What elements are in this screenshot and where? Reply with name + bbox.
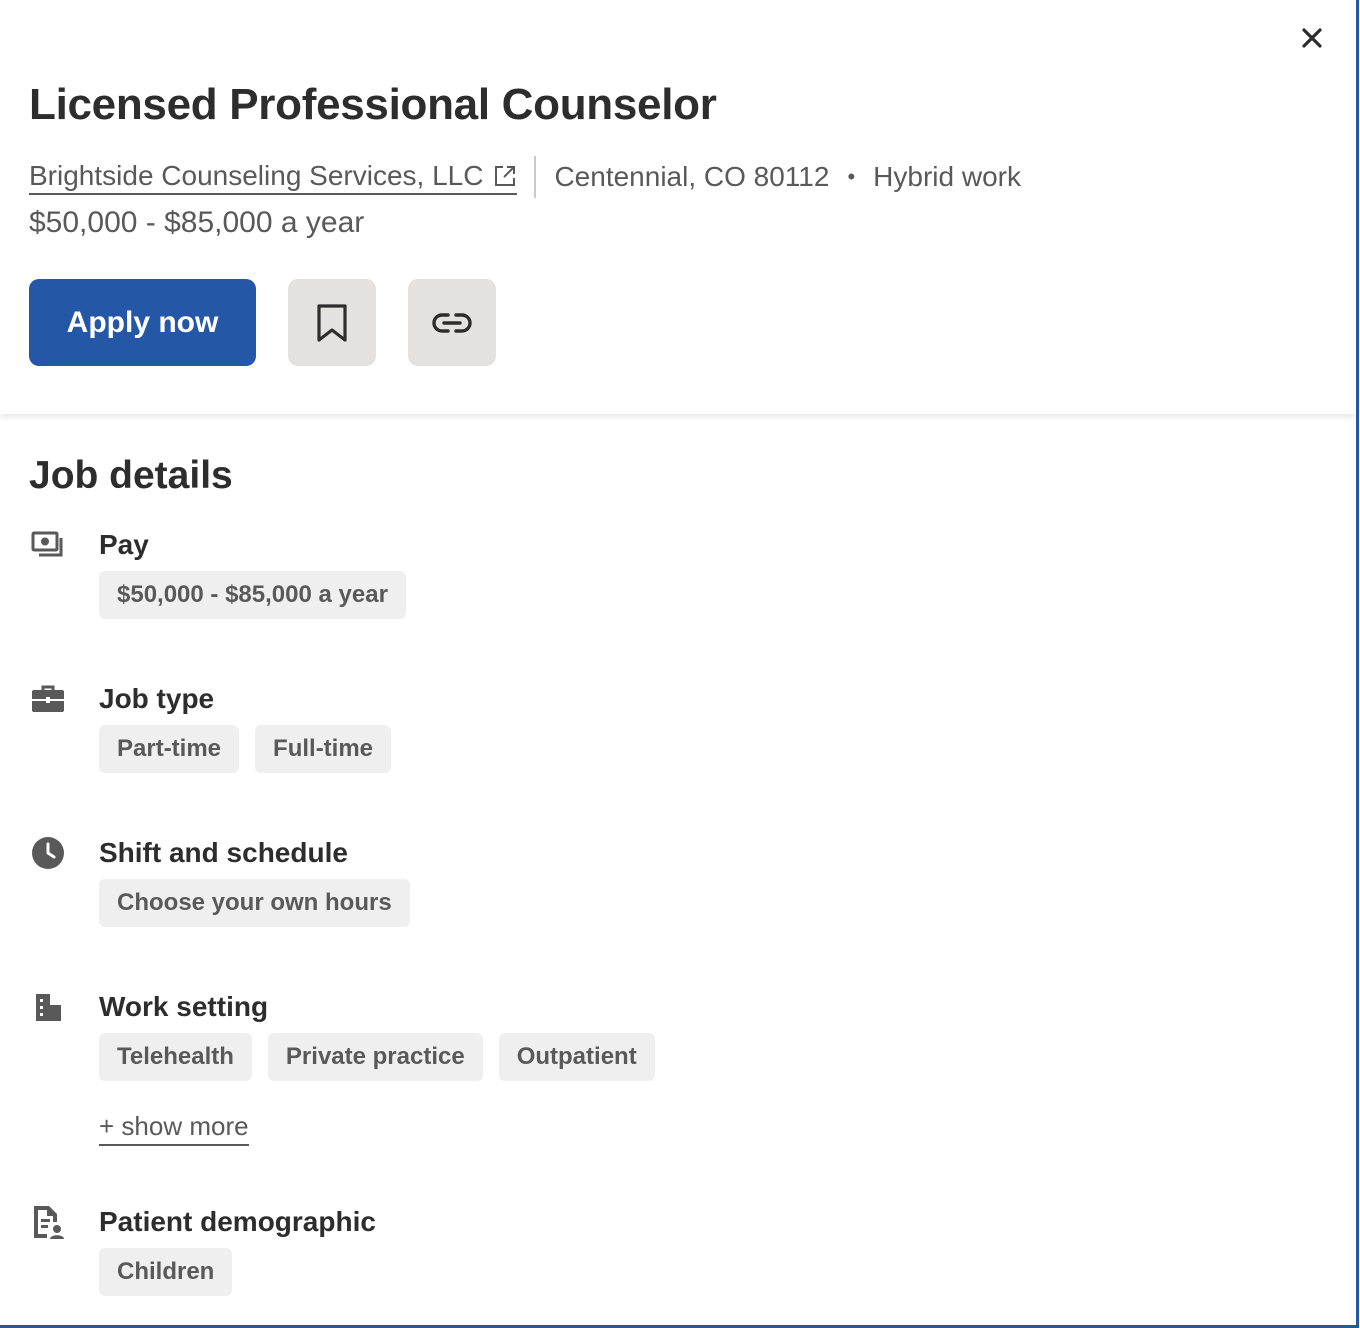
copy-link-button[interactable]	[408, 279, 496, 366]
briefcase-icon	[30, 681, 66, 717]
work-setting-chips: Telehealth Private practice Outpatient	[99, 1033, 655, 1081]
patient-document-icon	[30, 1204, 66, 1240]
close-button[interactable]	[1296, 22, 1328, 54]
patient-demographic-chips: Children	[99, 1248, 233, 1296]
work-setting-chip-private-practice: Private practice	[267, 1033, 483, 1081]
section-label: Job type	[99, 683, 215, 714]
section-label: Patient demographic	[99, 1206, 376, 1237]
company-link[interactable]: Brightside Counseling Services, LLC	[29, 160, 518, 195]
job-location: Centennial, CO 80112	[554, 161, 830, 192]
meta-separator: •	[847, 164, 856, 189]
work-setting-chip-outpatient: Outpatient	[498, 1033, 655, 1081]
job-meta-row: Brightside Counseling Services, LLC Cent…	[29, 156, 1021, 198]
patient-demographic-chip-children: Children	[99, 1248, 233, 1296]
work-mode: Hybrid work	[873, 161, 1021, 192]
bookmark-icon[interactable]	[315, 303, 349, 343]
section-label: Shift and schedule	[99, 837, 348, 868]
clock-icon	[30, 835, 66, 871]
section-label: Work setting	[99, 991, 269, 1022]
external-link-icon[interactable]	[493, 164, 517, 188]
meta-divider	[534, 156, 537, 198]
job-details-title: Job details	[29, 454, 233, 497]
shift-chip: Choose your own hours	[99, 879, 410, 927]
money-icon	[30, 527, 66, 563]
job-type-chips: Part-time Full-time	[99, 725, 392, 773]
company-name[interactable]: Brightside Counseling Services, LLC	[29, 160, 483, 192]
apply-now-button[interactable]: Apply now	[29, 279, 256, 366]
job-header: Licensed Professional Counselor Brightsi…	[0, 0, 1356, 414]
job-salary: $50,000 - $85,000 a year	[29, 206, 365, 239]
close-icon[interactable]	[1301, 27, 1323, 49]
shift-chips: Choose your own hours	[99, 879, 410, 927]
section-label: Pay	[99, 529, 149, 560]
pay-chip: $50,000 - $85,000 a year	[99, 571, 406, 619]
job-type-chip-full-time: Full-time	[255, 725, 392, 773]
show-more-link[interactable]: + show more	[99, 1111, 249, 1146]
job-title: Licensed Professional Counselor	[29, 80, 717, 129]
job-detail-panel: Licensed Professional Counselor Brightsi…	[0, 0, 1359, 1328]
job-type-chip-part-time: Part-time	[99, 725, 240, 773]
save-job-button[interactable]	[288, 279, 376, 366]
work-setting-chip-telehealth: Telehealth	[99, 1033, 252, 1081]
building-icon	[30, 989, 66, 1025]
pay-chips: $50,000 - $85,000 a year	[99, 571, 406, 619]
link-icon[interactable]	[431, 310, 473, 336]
